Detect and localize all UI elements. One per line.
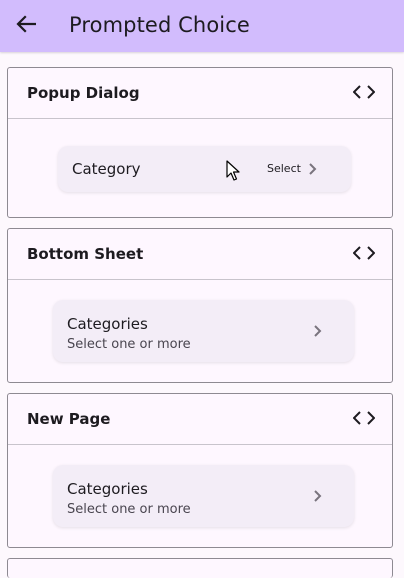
view-code-button[interactable] bbox=[352, 81, 376, 103]
card-header: Bottom Sheet bbox=[8, 229, 392, 280]
arrow-left-icon bbox=[16, 15, 36, 33]
card-header: New Page bbox=[8, 394, 392, 445]
tile-selected-value: Select bbox=[267, 162, 301, 175]
chevron-right-icon bbox=[314, 490, 322, 502]
back-button[interactable] bbox=[12, 10, 40, 38]
tile-label: Categories bbox=[67, 480, 148, 498]
category-choice-tile[interactable]: Category Select bbox=[58, 146, 351, 192]
chevron-right-icon bbox=[309, 163, 317, 175]
code-icon bbox=[353, 246, 375, 260]
view-code-button[interactable] bbox=[352, 407, 376, 429]
tile-label: Category bbox=[72, 160, 141, 178]
card-title: Bottom Sheet bbox=[27, 245, 144, 263]
card-title: Popup Dialog bbox=[27, 84, 140, 102]
card-header: Popup Dialog bbox=[8, 68, 392, 119]
tile-subtitle: Select one or more bbox=[67, 502, 191, 517]
chevron-right-icon bbox=[314, 325, 322, 337]
categories-choice-tile[interactable]: Categories Select one or more bbox=[53, 465, 354, 527]
card-new-page: New Page Categories Select one or more bbox=[7, 393, 393, 548]
tile-subtitle: Select one or more bbox=[67, 337, 191, 352]
card-popup-dialog: Popup Dialog Category Select bbox=[7, 67, 393, 218]
tile-label: Categories bbox=[67, 315, 148, 333]
card-bottom-sheet: Bottom Sheet Categories Select one or mo… bbox=[7, 228, 393, 383]
page-title: Prompted Choice bbox=[69, 13, 250, 37]
card-next-partial bbox=[7, 558, 393, 578]
categories-choice-tile[interactable]: Categories Select one or more bbox=[53, 300, 354, 362]
view-code-button[interactable] bbox=[352, 242, 376, 264]
card-title: New Page bbox=[27, 410, 111, 428]
code-icon bbox=[353, 85, 375, 99]
app-bar: Prompted Choice bbox=[0, 0, 404, 52]
code-icon bbox=[353, 411, 375, 425]
